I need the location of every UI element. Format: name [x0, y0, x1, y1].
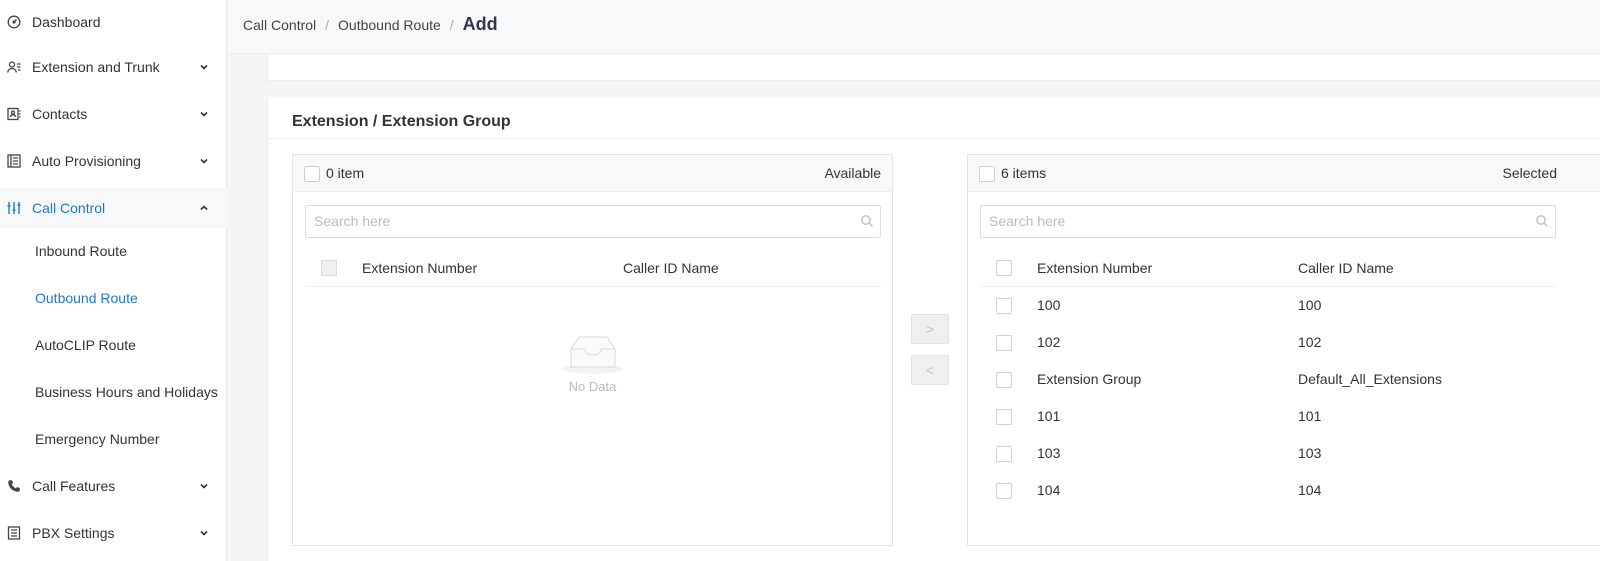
- available-title: Available: [824, 165, 881, 181]
- row-extension-number: 104: [1037, 482, 1061, 498]
- sidebar-subitem-inbound-route[interactable]: Inbound Route: [35, 236, 127, 266]
- available-panel-header: 0 item Available: [293, 155, 892, 192]
- selected-search-input[interactable]: [989, 213, 1506, 229]
- section-title: Extension / Extension Group: [292, 113, 511, 130]
- empty-state: No Data: [293, 333, 892, 394]
- column-extension-number: Extension Number: [1037, 260, 1153, 276]
- chevron-down-icon: [198, 61, 210, 73]
- table-row[interactable]: 101 101: [980, 399, 1556, 436]
- page-title: Add: [462, 14, 498, 34]
- selected-count: 6 items: [1001, 165, 1047, 181]
- available-panel: 0 item Available Extension Number Caller…: [292, 154, 893, 546]
- selected-table-header: Extension Number Caller ID Name: [980, 251, 1556, 287]
- sidebar-subitem-emergency-number[interactable]: Emergency Number: [35, 424, 160, 454]
- sidebar-subitem-outbound-route[interactable]: Outbound Route: [35, 283, 138, 313]
- available-count: 0 item: [326, 165, 365, 181]
- row-checkbox[interactable]: [996, 335, 1012, 351]
- settings-list-icon: [7, 526, 21, 540]
- sidebar-item-contacts[interactable]: Contacts: [0, 94, 227, 134]
- row-extension-number: 100: [1037, 297, 1061, 313]
- row-extension-number: Extension Group: [1037, 371, 1142, 387]
- row-caller-id-name: 100: [1298, 297, 1322, 313]
- empty-text: No Data: [568, 379, 617, 394]
- users-icon: [7, 60, 21, 74]
- breadcrumb-call-control[interactable]: Call Control: [243, 17, 316, 33]
- row-caller-id-name: 103: [1298, 445, 1322, 461]
- chevron-down-icon: [198, 155, 210, 167]
- chevron-down-icon: [198, 527, 210, 539]
- sidebar-item-pbx-settings[interactable]: PBX Settings: [0, 513, 227, 553]
- column-caller-id-name: Caller ID Name: [623, 260, 719, 276]
- sidebar-item-auto-provisioning[interactable]: Auto Provisioning: [0, 141, 227, 181]
- selected-search: [980, 205, 1556, 238]
- row-extension-number: 103: [1037, 445, 1061, 461]
- breadcrumb-separator: /: [449, 17, 454, 33]
- table-row[interactable]: 103 103: [980, 436, 1556, 473]
- empty-inbox-icon: [562, 336, 623, 374]
- breadcrumb-outbound-route[interactable]: Outbound Route: [338, 17, 441, 33]
- sidebar-item-extension-and-trunk[interactable]: Extension and Trunk: [0, 47, 227, 87]
- selected-panel-header: 6 items Selected: [968, 155, 1600, 192]
- chevron-down-icon: [198, 480, 210, 492]
- provisioning-list-icon: [7, 154, 21, 168]
- sidebar-item-dashboard[interactable]: Dashboard: [0, 2, 227, 42]
- available-search-input[interactable]: [314, 213, 831, 229]
- contacts-book-icon: [7, 107, 21, 121]
- row-checkbox[interactable]: [996, 298, 1012, 314]
- table-row[interactable]: 102 102: [980, 325, 1556, 362]
- selected-panel: 6 items Selected Extension Number Caller…: [967, 154, 1600, 546]
- available-table-header: Extension Number Caller ID Name: [305, 251, 881, 287]
- row-caller-id-name: 104: [1298, 482, 1322, 498]
- sidebar-item-label: Extension and Trunk: [32, 59, 160, 75]
- row-caller-id-name: Default_All_Extensions: [1298, 371, 1442, 387]
- phone-icon: [7, 479, 21, 493]
- move-left-button[interactable]: <: [911, 355, 949, 385]
- sidebar-subitem-business-hours[interactable]: Business Hours and Holidays: [35, 377, 218, 407]
- row-checkbox[interactable]: [996, 446, 1012, 462]
- available-header-checkbox[interactable]: [321, 260, 337, 276]
- breadcrumb: Call Control / Outbound Route / Add: [243, 14, 498, 35]
- row-caller-id-name: 102: [1298, 334, 1322, 350]
- selected-header-checkbox[interactable]: [996, 260, 1012, 276]
- column-caller-id-name: Caller ID Name: [1298, 260, 1394, 276]
- chevron-down-icon: [198, 108, 210, 120]
- move-right-button[interactable]: >: [911, 314, 949, 344]
- dashboard-gauge-icon: [7, 15, 21, 29]
- divider: [268, 138, 1600, 139]
- sidebar-item-call-control[interactable]: Call Control: [0, 188, 227, 228]
- row-extension-number: 101: [1037, 408, 1061, 424]
- search-icon[interactable]: [1535, 214, 1549, 228]
- column-extension-number: Extension Number: [362, 260, 478, 276]
- search-icon[interactable]: [860, 214, 874, 228]
- chevron-up-icon: [198, 202, 210, 214]
- table-row[interactable]: Extension Group Default_All_Extensions: [980, 362, 1556, 399]
- table-row[interactable]: 104 104: [980, 473, 1556, 510]
- selected-select-all-checkbox[interactable]: [979, 166, 995, 182]
- sidebar-item-label: Call Features: [32, 478, 116, 494]
- sidebar-item-label: Contacts: [32, 106, 88, 122]
- row-caller-id-name: 101: [1298, 408, 1322, 424]
- sidebar-item-label: PBX Settings: [32, 525, 115, 541]
- sidebar-item-call-features[interactable]: Call Features: [0, 466, 227, 506]
- sidebar: Dashboard Extension and Trunk Contacts A…: [0, 0, 227, 561]
- breadcrumb-separator: /: [325, 17, 330, 33]
- table-row[interactable]: 100 100: [980, 288, 1556, 325]
- row-extension-number: 102: [1037, 334, 1061, 350]
- sliders-icon: [7, 201, 21, 215]
- selected-title: Selected: [1502, 165, 1557, 181]
- sidebar-item-label: Auto Provisioning: [32, 153, 141, 169]
- available-search: [305, 205, 881, 238]
- top-bar: Call Control / Outbound Route / Add: [228, 0, 1600, 54]
- sidebar-item-label: Dashboard: [32, 14, 101, 30]
- previous-card-bottom: [267, 55, 1600, 81]
- row-checkbox[interactable]: [996, 483, 1012, 499]
- available-select-all-checkbox[interactable]: [304, 166, 320, 182]
- sidebar-subitem-autoclip-route[interactable]: AutoCLIP Route: [35, 330, 136, 360]
- sidebar-item-label: Call Control: [32, 200, 106, 216]
- row-checkbox[interactable]: [996, 409, 1012, 425]
- row-checkbox[interactable]: [996, 372, 1012, 388]
